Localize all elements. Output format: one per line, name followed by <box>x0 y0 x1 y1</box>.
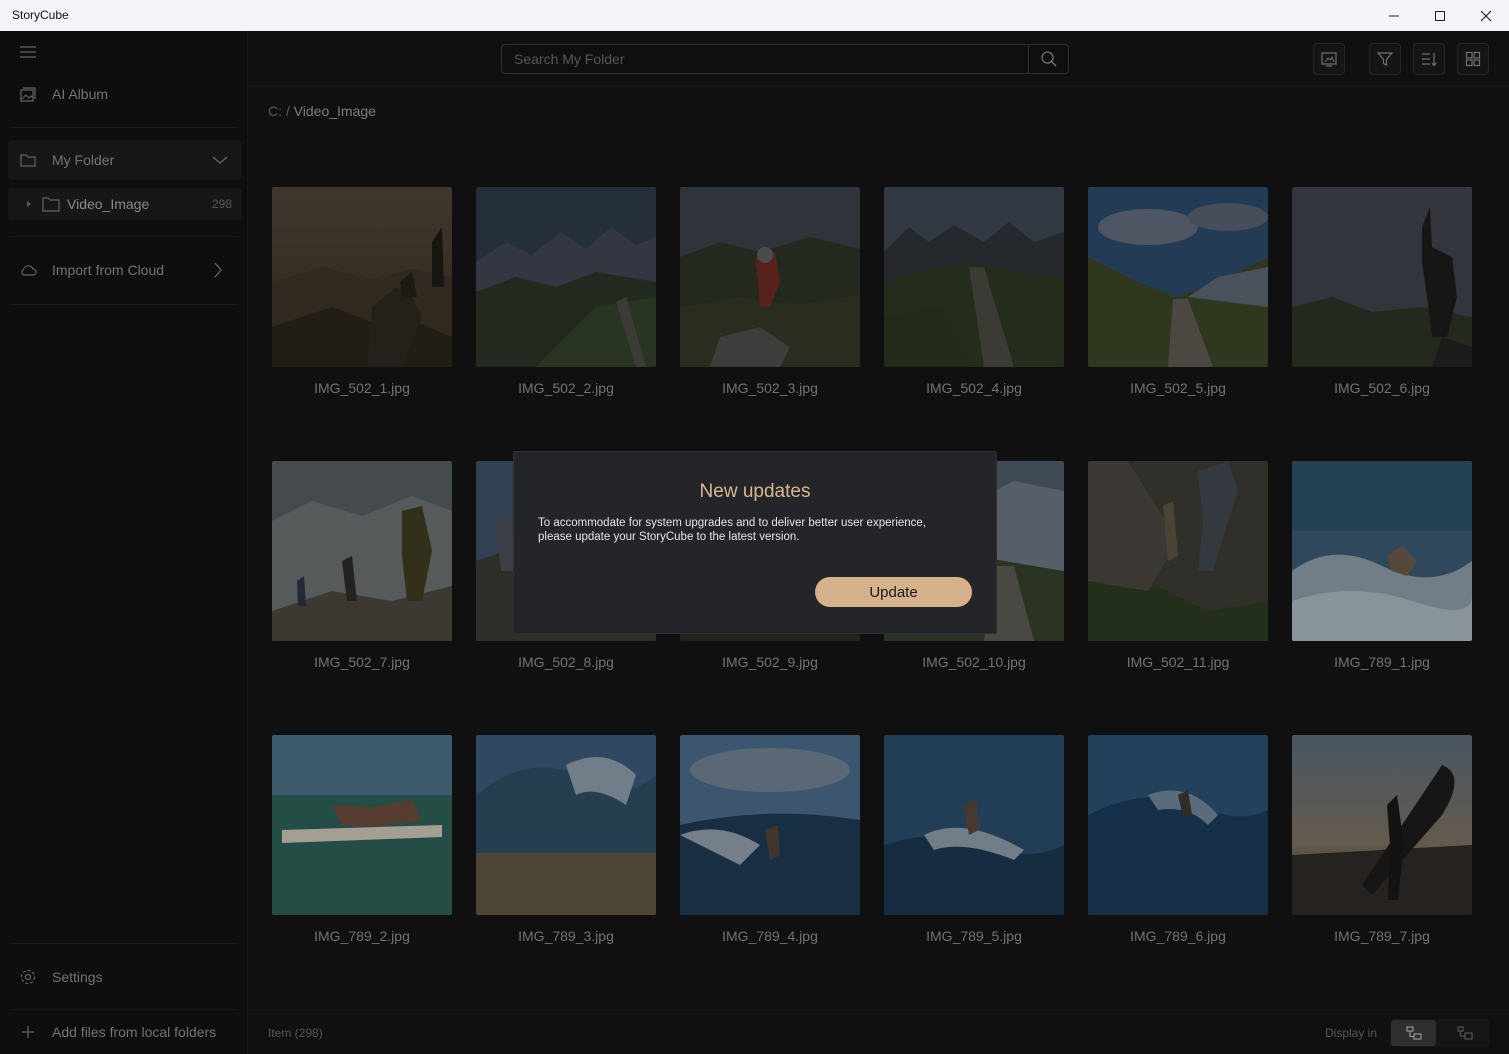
maximize-icon <box>1435 10 1445 21</box>
minimize-button-2[interactable] <box>1371 0 1417 31</box>
app-body: AI Album My Folder Video_Image 298 Impor… <box>0 31 1509 1054</box>
dialog-body: To accommodate for system upgrades and t… <box>538 517 927 543</box>
close-button[interactable] <box>1463 0 1509 31</box>
maximize-button[interactable] <box>1417 0 1463 31</box>
app-title: StoryCube <box>12 8 69 22</box>
close-icon <box>1480 10 1492 21</box>
dialog-title: New updates <box>699 481 811 502</box>
title-bar: StoryCube <box>0 0 1509 31</box>
update-button[interactable]: Update <box>815 577 972 607</box>
update-dialog: New updates To accommodate for system up… <box>513 451 997 634</box>
minimize-icon <box>1389 15 1399 16</box>
